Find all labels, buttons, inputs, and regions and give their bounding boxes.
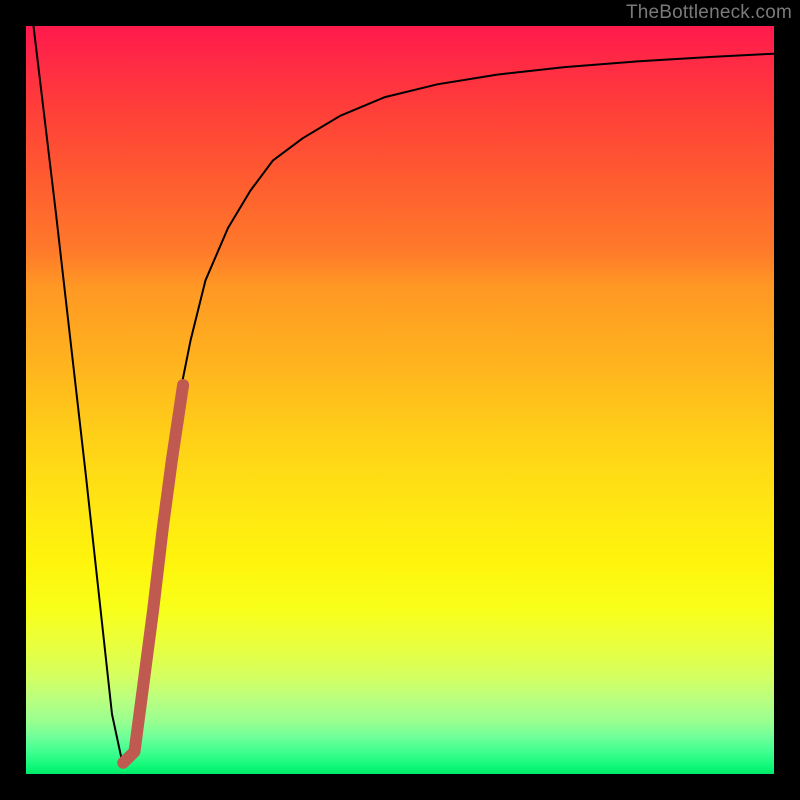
chart-svg	[26, 26, 774, 774]
highlight-segment	[123, 385, 183, 763]
chart-frame: TheBottleneck.com	[0, 0, 800, 800]
plot-area	[26, 26, 774, 774]
watermark-text: TheBottleneck.com	[626, 2, 792, 24]
